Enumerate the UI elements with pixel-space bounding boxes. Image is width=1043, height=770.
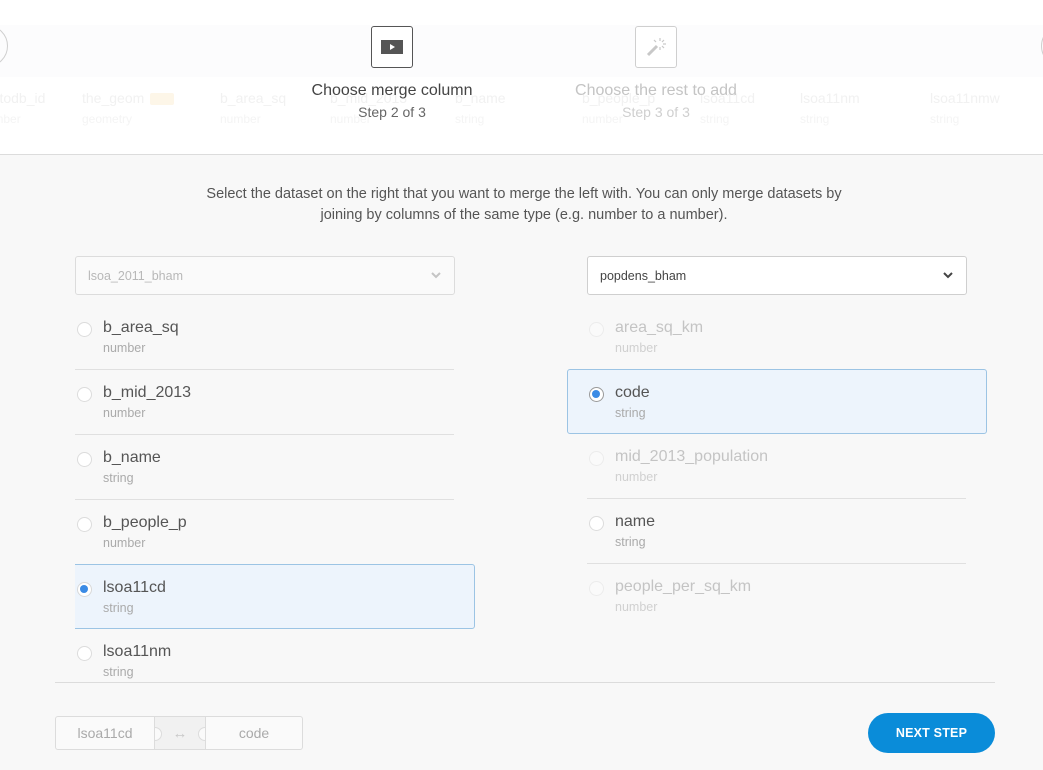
step-choose-merge-column: Choose merge column Step 2 of 3 [272,26,512,120]
column-name: area_sq_km [615,319,704,336]
background-table-header [0,25,1043,77]
right-dataset-value: popdens_bham [600,268,687,283]
radio-button-checked[interactable] [77,582,92,597]
column-name: b_people_p [103,514,187,531]
chevron-down-icon [942,270,954,282]
background-column: the_geom geometry [82,90,175,126]
left-column-option[interactable]: b_mid_2013 number [75,370,454,435]
chevron-down-icon [430,270,442,282]
column-type: number [103,406,146,420]
merge-preview: lsoa11cd ↔ code [55,716,303,750]
background-column: lsoa11nmw string [930,90,1000,126]
background-column: cartodb_idnumber [0,90,46,126]
left-column-option[interactable]: lsoa11nm string [75,629,454,682]
column-name: mid_2013_population [615,448,769,465]
next-step-button[interactable]: NEXT STEP [868,713,995,753]
magic-wand-icon [635,26,677,68]
radio-button[interactable] [77,646,92,661]
left-column-option[interactable]: b_area_sq number [75,305,454,370]
radio-button[interactable] [589,516,604,531]
column-name: b_area_sq [103,319,179,336]
column-type: string [103,471,134,485]
column-type: number [103,341,146,355]
left-dataset-select[interactable]: lsoa_2011_bham [75,256,455,295]
radio-button-checked[interactable] [589,387,604,402]
column-type: number [103,536,146,550]
radio-button-disabled [589,451,604,466]
merge-right-column: code [205,716,303,750]
radio-button[interactable] [77,517,92,532]
right-column-option-disabled: people_per_sq_km number [587,564,966,629]
column-type: string [615,535,646,549]
step-counter: Step 2 of 3 [358,104,426,120]
column-name: code [615,384,650,401]
background-column: lsoa11nm string [800,90,860,126]
column-type: number [615,600,658,614]
column-name: lsoa11cd [103,579,166,596]
step-label: Choose merge column [311,82,473,99]
column-name: lsoa11nm [103,643,172,660]
merge-symbol: ↔ [172,724,188,742]
step-choose-rest: Choose the rest to add Step 3 of 3 [536,26,776,120]
left-column-list: b_area_sq number b_mid_2013 number b_nam… [75,305,475,682]
column-name: b_name [103,449,161,466]
radio-button[interactable] [77,387,92,402]
column-type: string [103,665,134,679]
column-name: people_per_sq_km [615,578,752,595]
play-icon [371,26,413,68]
merge-arrows-icon: ↔ [155,716,205,750]
background-columns: cartodb_idnumber the_geomgeometry b_area… [0,90,1043,130]
step-counter: Step 3 of 3 [622,104,690,120]
left-column-option[interactable]: b_name string [75,435,454,500]
radio-button[interactable] [77,322,92,337]
right-dataset-select[interactable]: popdens_bham [587,256,967,295]
column-type: number [615,341,658,355]
left-column-option[interactable]: b_people_p number [75,500,454,565]
right-column-option[interactable]: name string [587,499,966,564]
step-label: Choose the rest to add [575,82,737,99]
radio-button[interactable] [77,452,92,467]
stepper-header: cartodb_idnumber the_geomgeometry b_area… [0,0,1043,155]
right-column-option-selected[interactable]: code string [567,369,987,434]
right-column-option-disabled: area_sq_km number [587,305,966,370]
merge-left-column: lsoa11cd [55,716,155,750]
column-type: number [615,470,658,484]
column-type: string [103,601,134,615]
radio-button-disabled [589,322,604,337]
footer-divider [55,682,995,683]
right-column-list: area_sq_km number code string mid_2013_p… [567,305,987,629]
instructions-text: Select the dataset on the right that you… [206,186,842,223]
right-column-option-disabled: mid_2013_population number [587,434,966,499]
column-name: b_mid_2013 [103,384,192,401]
radio-button-disabled [589,581,604,596]
left-column-option-selected[interactable]: lsoa11cd string [75,564,475,629]
column-name: name [615,513,656,530]
left-dataset-value: lsoa_2011_bham [88,268,183,283]
column-type: string [615,406,646,420]
